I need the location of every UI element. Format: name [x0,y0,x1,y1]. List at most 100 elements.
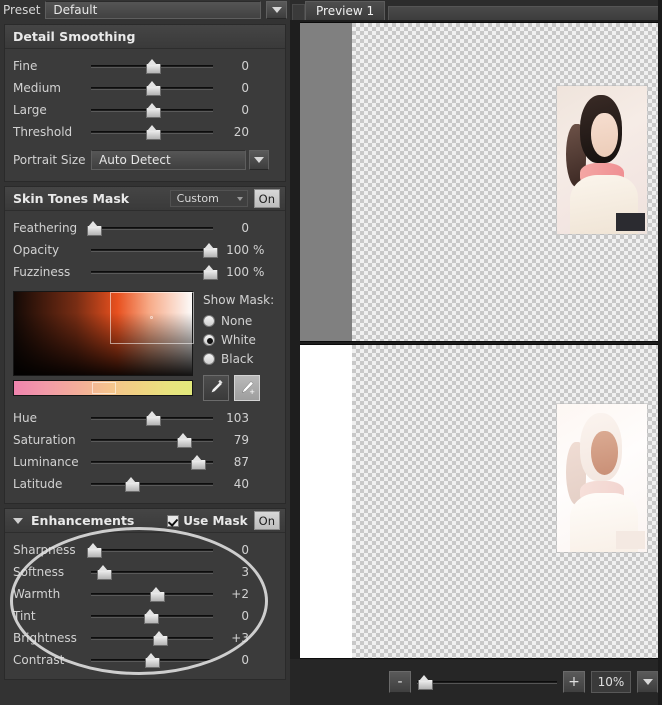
skin-tones-mode-dropdown[interactable]: Custom [170,190,248,207]
slider-tint[interactable] [91,605,213,627]
preset-label: Preset [3,3,40,17]
portrait-size-value: Auto Detect [99,153,171,167]
tab-preview-1[interactable]: Preview 1 [305,1,385,20]
slider-medium[interactable] [91,77,213,99]
preview-pane-original[interactable] [300,22,662,342]
slider-label-warmth: Warmth [13,587,91,601]
slider-value-fuzziness: 100 [219,265,249,279]
use-mask-checkbox[interactable] [167,515,179,527]
slider-fuzziness[interactable] [91,261,213,283]
detail-smoothing-group: Detail Smoothing Fine 0 Medium [4,24,286,182]
zoom-level-dropdown-arrow[interactable] [637,671,658,693]
preset-dropdown[interactable]: Default [45,1,261,19]
radio-none[interactable] [203,315,215,327]
radio-row-black[interactable]: Black [203,349,274,368]
slider-thumb[interactable] [125,478,138,491]
slider-contrast[interactable] [91,649,213,671]
tab-prefix-stub[interactable] [292,4,305,20]
eyedropper-button[interactable] [203,375,229,401]
slider-thumb[interactable] [87,222,100,235]
slider-thumb[interactable] [97,566,110,579]
slider-row-opacity: Opacity 100 % [13,239,277,261]
slider-value-luminance: 87 [219,455,249,469]
slider-thumb[interactable] [153,632,166,645]
slider-value-latitude: 40 [219,477,249,491]
slider-label-tint: Tint [13,609,91,623]
slider-luminance[interactable] [91,451,213,473]
hue-bar[interactable] [13,380,193,396]
slider-row-latitude: Latitude 40 [13,473,277,495]
detail-smoothing-body: Fine 0 Medium 0 Large [5,49,285,181]
enhancements-toggle[interactable]: On [254,511,280,530]
slider-label-contrast: Contrast [13,653,91,667]
slider-thumb[interactable] [146,82,159,95]
enhancements-header: Enhancements Use Mask On [5,509,285,533]
zoom-out-button[interactable]: - [389,671,411,693]
eyedropper-add-button[interactable]: + [234,375,260,401]
slider-row-fuzziness: Fuzziness 100 % [13,261,277,283]
slider-thumb[interactable] [87,544,100,557]
triangle-down-icon[interactable] [13,518,23,524]
slider-label-large: Large [13,103,91,117]
slider-thumb[interactable] [146,412,159,425]
radio-black[interactable] [203,353,215,365]
skin-tones-mask-body: Feathering 0 Opacity 100 % [5,211,285,287]
slider-thumb[interactable] [203,266,216,279]
slider-saturation[interactable] [91,429,213,451]
radio-row-none[interactable]: None [203,311,274,330]
radio-white[interactable] [203,334,215,346]
slider-label-latitude: Latitude [13,477,91,491]
slider-thumb[interactable] [145,654,158,667]
slider-fine[interactable] [91,55,213,77]
slider-latitude[interactable] [91,473,213,495]
slider-track [91,249,213,252]
portrait-size-dropdown[interactable]: Auto Detect [91,150,246,170]
slider-thumb[interactable] [144,610,157,623]
zoom-slider-track [417,681,557,684]
slider-sharpness[interactable] [91,539,213,561]
slider-thumb[interactable] [150,588,163,601]
slider-label-threshold: Threshold [13,125,91,139]
slider-value-saturation: 79 [219,433,249,447]
slider-thumb[interactable] [146,126,159,139]
preview-gutter-gray [300,23,352,341]
detail-smoothing-title: Detail Smoothing [13,29,280,44]
skin-tones-mask-header: Skin Tones Mask Custom On [5,187,285,211]
color-picker-area: Show Mask: None White Black [5,287,285,403]
slider-threshold[interactable] [91,121,213,143]
zoom-slider-thumb[interactable] [418,676,431,689]
preview-pane-mask[interactable] [300,344,662,659]
slider-thumb[interactable] [177,434,190,447]
slider-softness[interactable] [91,561,213,583]
preview-image-mask [556,403,648,553]
zoom-level-value[interactable]: 10% [591,671,631,693]
slider-large[interactable] [91,99,213,121]
zoom-slider[interactable] [417,671,557,693]
slider-value-threshold: 20 [219,125,249,139]
zoom-in-button[interactable]: + [563,671,585,693]
radio-row-white[interactable]: White [203,330,274,349]
slider-brightness[interactable] [91,627,213,649]
preset-dropdown-arrow[interactable] [266,1,287,19]
slider-value-warmth: +2 [219,587,249,601]
slider-value-contrast: 0 [219,653,249,667]
skin-tones-mask-toggle[interactable]: On [254,189,280,208]
saturation-value-field[interactable] [13,291,193,376]
slider-warmth[interactable] [91,583,213,605]
slider-opacity[interactable] [91,239,213,261]
use-mask-checkbox-row[interactable]: Use Mask [167,514,247,528]
slider-feathering[interactable] [91,217,213,239]
portrait-size-dropdown-arrow[interactable] [249,150,269,170]
slider-label-hue: Hue [13,411,91,425]
enhancements-body: Sharpness 0 Softness 3 Warmt [5,533,285,679]
use-mask-label: Use Mask [183,514,247,528]
slider-hue[interactable] [91,407,213,429]
slider-value-brightness: +3 [219,631,249,645]
slider-thumb[interactable] [203,244,216,257]
slider-label-feathering: Feathering [13,221,91,235]
slider-row-medium: Medium 0 [13,77,277,99]
slider-thumb[interactable] [191,456,204,469]
chevron-down-icon [643,679,653,685]
slider-thumb[interactable] [146,104,159,117]
slider-thumb[interactable] [146,60,159,73]
